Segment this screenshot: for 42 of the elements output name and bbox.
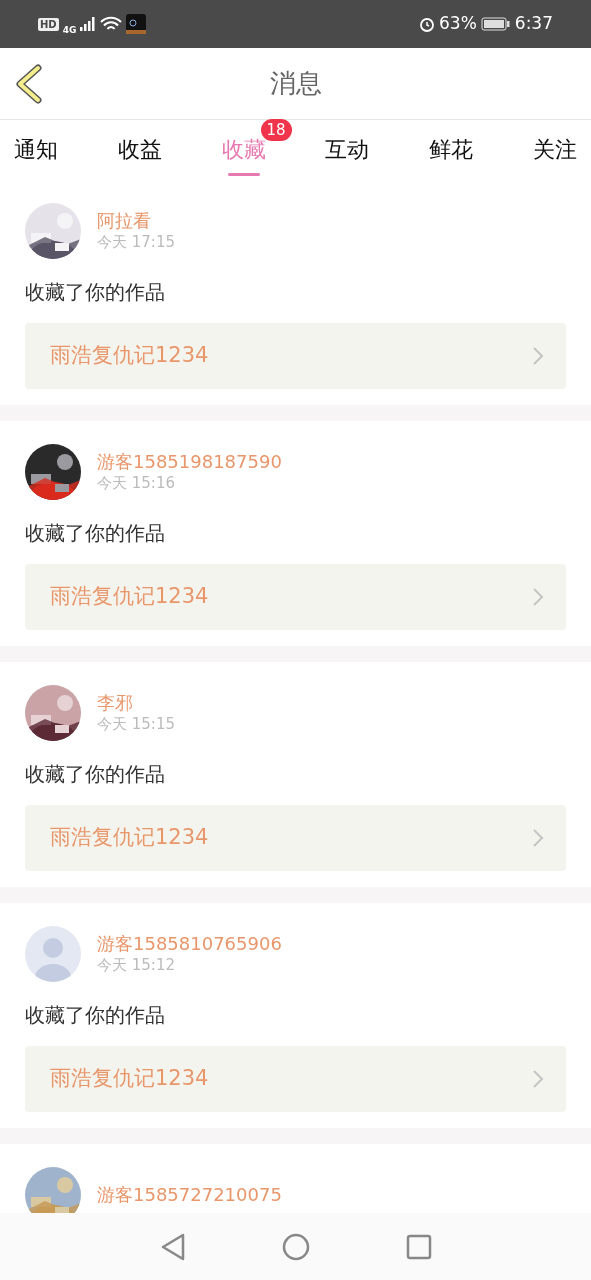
avatar-placeholder xyxy=(25,926,81,982)
tab[interactable]: 互动 xyxy=(321,124,374,176)
chevron-right-icon xyxy=(532,587,544,607)
home-nav-icon[interactable] xyxy=(281,1232,310,1261)
app-notification-icon xyxy=(126,14,147,34)
count-badge: 18 xyxy=(260,118,292,141)
recents-nav-icon[interactable] xyxy=(405,1233,432,1260)
work-link[interactable]: 雨浩复仇记1234 xyxy=(25,564,566,630)
page-title: 消息 xyxy=(269,67,322,100)
message-text: 收藏了你的作品 xyxy=(25,1002,166,1029)
username-link[interactable]: 游客1585810765906 xyxy=(97,933,282,955)
work-link[interactable]: 雨浩复仇记1234 xyxy=(25,805,566,871)
username-link[interactable]: 游客1585727210075 xyxy=(97,1184,282,1206)
tab[interactable]: 鲜花 xyxy=(425,124,478,176)
message-text: 收藏了你的作品 xyxy=(25,279,166,306)
back-nav-icon[interactable] xyxy=(159,1232,186,1261)
username-link[interactable]: 李邪 xyxy=(97,692,175,714)
tab[interactable]: 关注 xyxy=(529,124,581,176)
battery-percent: 63% xyxy=(439,12,477,36)
chevron-right-icon xyxy=(532,346,544,366)
work-link[interactable]: 雨浩复仇记1234 xyxy=(25,1046,566,1112)
message-text: 收藏了你的作品 xyxy=(25,761,166,788)
network-type: 4G xyxy=(62,24,77,38)
timestamp: 今天 15:12 xyxy=(97,955,176,975)
username-link[interactable]: 阿拉看 xyxy=(97,210,175,232)
wifi-icon xyxy=(100,16,123,32)
hd-indicator: HD xyxy=(38,17,59,31)
username-link[interactable]: 游客1585198187590 xyxy=(97,451,282,473)
tab[interactable]: 通知 xyxy=(10,124,62,176)
timestamp: 今天 15:16 xyxy=(97,473,176,493)
chevron-right-icon xyxy=(532,828,544,848)
message-text: 收藏了你的作品 xyxy=(25,520,166,547)
signal-icon xyxy=(80,17,97,31)
timestamp: 今天 15:15 xyxy=(97,714,175,734)
battery-icon xyxy=(480,16,511,32)
clock: 6:37 xyxy=(514,12,553,36)
chevron-right-icon xyxy=(532,1069,544,1089)
work-link[interactable]: 雨浩复仇记1234 xyxy=(25,323,566,389)
timestamp: 今天 17:15 xyxy=(97,232,175,252)
alarm-icon xyxy=(419,16,435,32)
tab[interactable]: 收益 xyxy=(113,124,166,176)
back-button[interactable] xyxy=(14,64,44,104)
